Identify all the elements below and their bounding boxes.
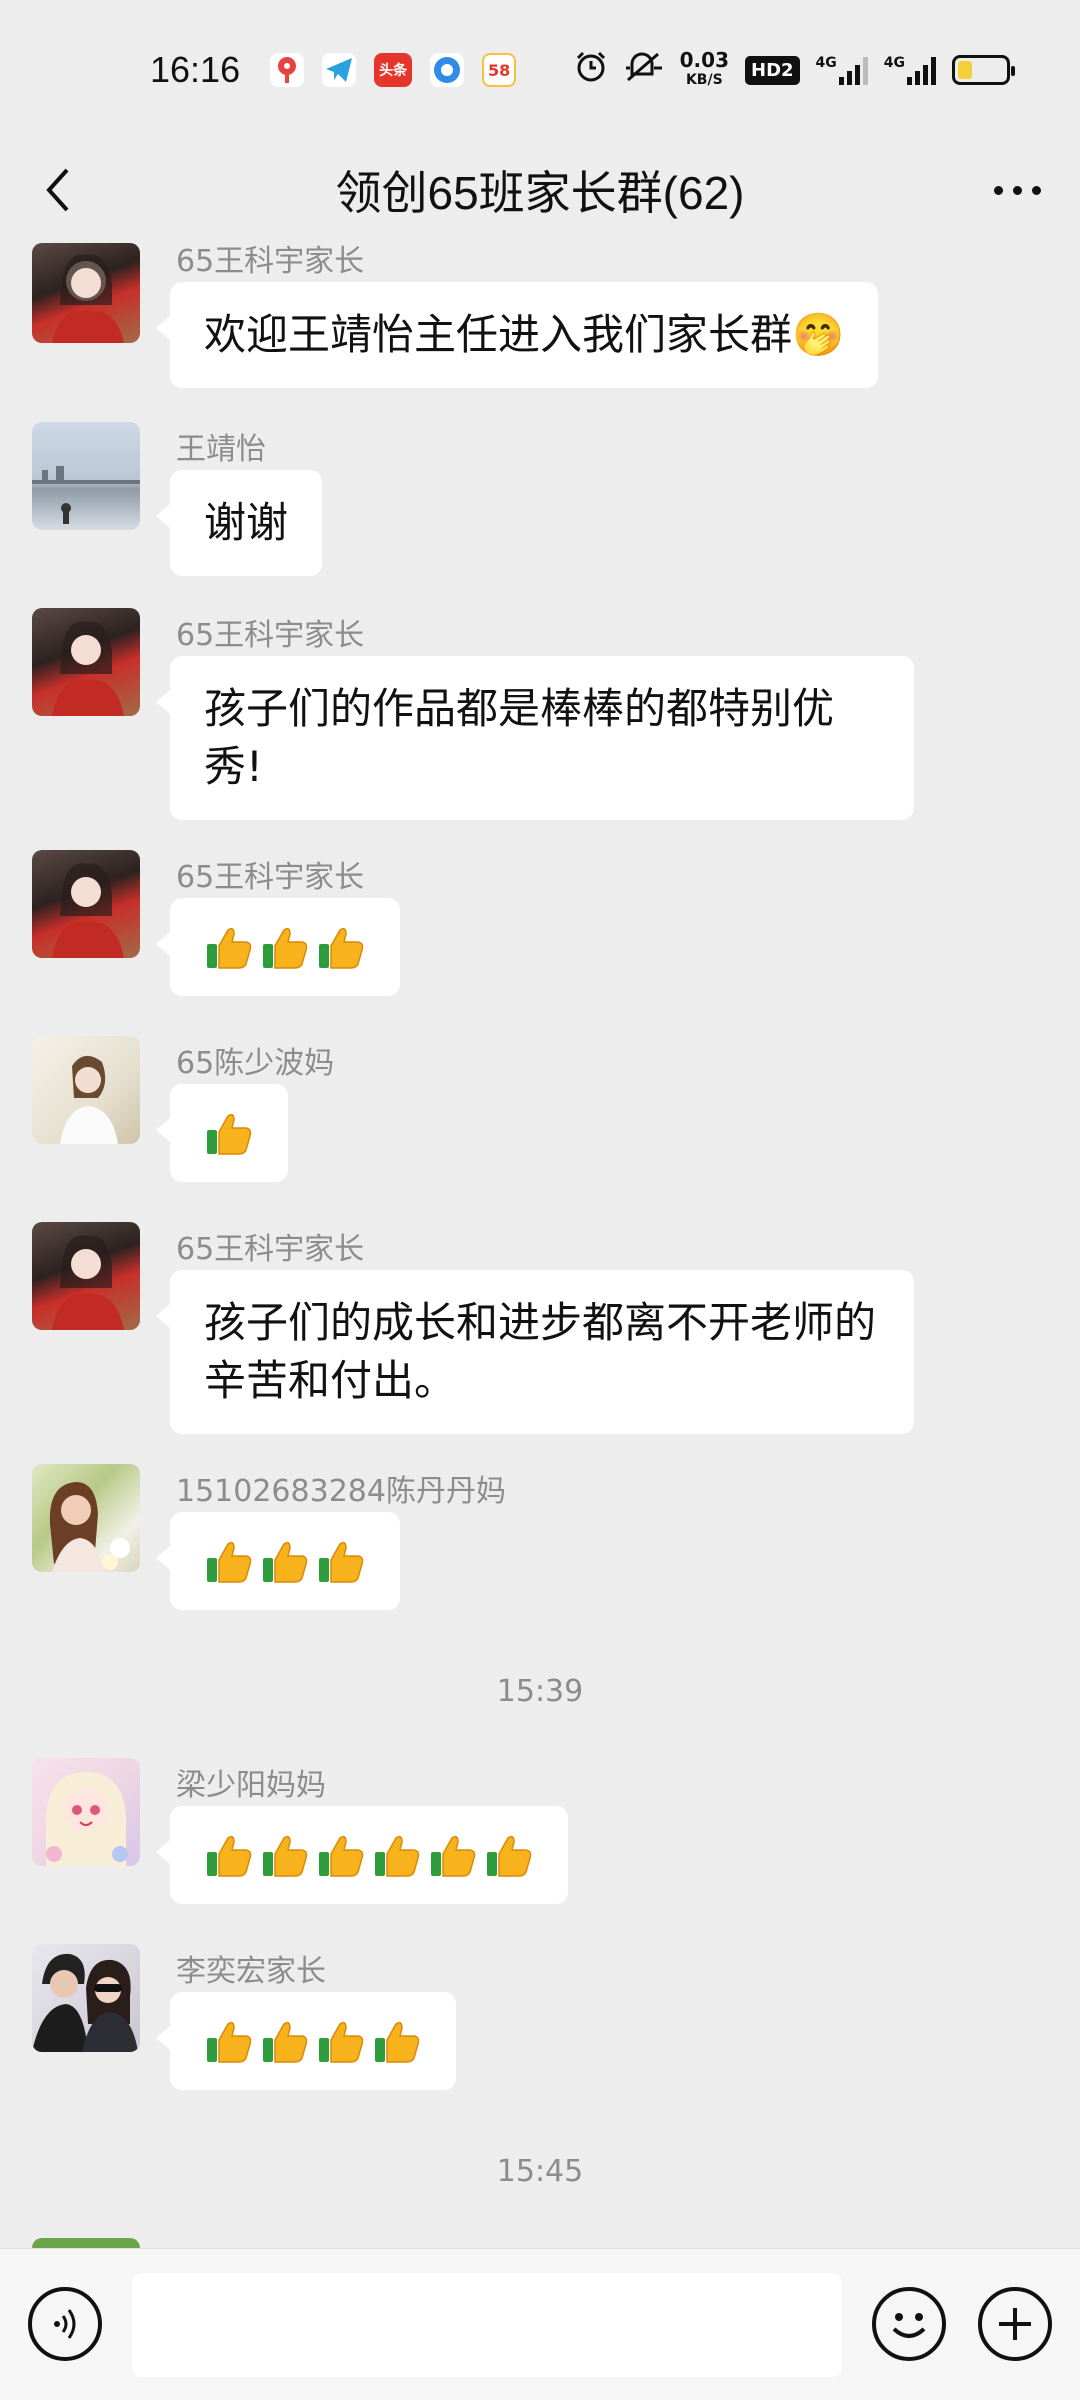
battery-level xyxy=(958,61,972,79)
thumbs-up-row xyxy=(204,922,366,972)
emoji-icon xyxy=(892,2313,926,2338)
thumbs-up-icon xyxy=(316,922,366,972)
avatar[interactable] xyxy=(32,422,140,530)
network-speed: 0.03 KB/S xyxy=(680,50,729,90)
avatar[interactable] xyxy=(32,1758,140,1866)
telegram-icon xyxy=(322,53,357,87)
signal-2: 4G xyxy=(884,55,936,85)
sender-name: 65王科宇家长 xyxy=(176,244,365,279)
emoji-button[interactable] xyxy=(872,2287,946,2361)
message-bubble[interactable]: 孩子们的作品都是棒棒的都特别优秀! xyxy=(156,656,914,820)
sender-name: 65王科宇家长 xyxy=(176,860,365,895)
thumbs-up-icon xyxy=(260,1830,310,1880)
thumbs-up-row xyxy=(204,1108,254,1158)
sender-name: 65王科宇家长 xyxy=(176,618,365,653)
time-divider: 15:39 xyxy=(496,1674,584,1709)
avatar[interactable] xyxy=(32,608,140,716)
message-bubble[interactable] xyxy=(156,1992,456,2090)
avatar[interactable] xyxy=(32,1036,140,1144)
thumbs-up-icon xyxy=(204,1830,254,1880)
thumbs-up-icon xyxy=(204,1108,254,1158)
network-type-2: 4G xyxy=(883,55,905,71)
avatar[interactable] xyxy=(32,2238,140,2248)
thumbs-up-icon xyxy=(204,1536,254,1586)
thumbs-up-icon xyxy=(428,1830,478,1880)
sender-name: 65王科宇家长 xyxy=(176,1232,365,1267)
message-input[interactable] xyxy=(132,2273,842,2377)
message-bubble[interactable]: 谢谢 xyxy=(155,470,323,576)
message-bubble[interactable] xyxy=(156,1084,288,1182)
back-arrow-icon xyxy=(46,168,69,212)
thumbs-up-icon xyxy=(316,1536,366,1586)
plus-icon xyxy=(999,2308,1031,2340)
thumbs-up-icon xyxy=(372,2016,422,2066)
status-bar: 16:16 头条 58 0.03 KB/S HD2 4G 4G xyxy=(0,0,1080,140)
battery-icon xyxy=(952,55,1015,85)
avatar[interactable] xyxy=(32,1464,140,1572)
voice-icon xyxy=(54,2309,76,2339)
thumbs-up-icon xyxy=(484,1830,534,1880)
signal-bars-icon xyxy=(838,55,868,85)
sender-name: 15102683284陈丹丹妈 xyxy=(176,1474,506,1509)
message-bubble[interactable] xyxy=(156,1806,568,1904)
message-text: 孩子们的作品都是棒棒的都特别优秀! xyxy=(204,684,835,791)
more-functions-button[interactable] xyxy=(978,2287,1052,2361)
input-bar xyxy=(0,2248,1080,2400)
message-bubble[interactable]: 孩子们的成长和进步都离不开老师的辛苦和付出。 xyxy=(156,1270,914,1434)
thumbs-up-row xyxy=(204,1830,534,1880)
thumbs-up-icon xyxy=(204,922,254,972)
sender-name: 梁少阳妈妈 xyxy=(176,1768,326,1803)
avatar[interactable] xyxy=(32,1944,140,2052)
more-options-button[interactable] xyxy=(984,162,1050,218)
dot xyxy=(1012,185,1022,195)
signal-1: 4G xyxy=(816,55,868,85)
chat-title: 领创65班家长群(62) xyxy=(335,167,745,219)
signal-bars-icon xyxy=(907,55,936,85)
thumbs-up-row xyxy=(204,1536,366,1586)
message-text: 欢迎王靖怡主任进入我们家长群🤭 xyxy=(204,310,845,359)
thumbs-up-icon xyxy=(316,2016,366,2066)
mute-icon xyxy=(624,50,664,90)
thumbs-up-icon xyxy=(260,922,310,972)
message-bubble[interactable] xyxy=(156,898,400,996)
avatar[interactable] xyxy=(32,850,140,958)
avatar[interactable] xyxy=(32,243,140,343)
message-bubble[interactable]: 欢迎王靖怡主任进入我们家长群🤭 xyxy=(155,282,879,388)
maps-icon xyxy=(270,53,305,87)
message-text: 谢谢 xyxy=(204,498,289,547)
thumbs-up-icon xyxy=(204,2016,254,2066)
dot xyxy=(1031,185,1041,195)
browser-icon xyxy=(430,53,465,87)
alarm-icon xyxy=(574,50,608,90)
sender-name: 李奕宏家长 xyxy=(176,1954,326,1989)
speed-unit: KB/S xyxy=(685,72,723,88)
back-button[interactable] xyxy=(30,162,86,218)
voice-input-button[interactable] xyxy=(28,2287,102,2361)
message-bubble[interactable] xyxy=(156,1512,400,1610)
message-list[interactable]: 65王科宇家长 欢迎王靖怡主任进入我们家长群🤭 王靖怡 谢谢 65王科宇家长 孩… xyxy=(0,240,1080,2248)
sender-name: 65陈少波妈 xyxy=(176,1046,335,1081)
thumbs-up-icon xyxy=(260,1536,310,1586)
status-indicators: 0.03 KB/S HD2 4G 4G xyxy=(574,50,1015,90)
dot xyxy=(993,185,1003,195)
thumbs-up-icon xyxy=(372,1830,422,1880)
chat-header: 领创65班家长群(62) xyxy=(0,140,1080,240)
58-icon: 58 xyxy=(482,53,517,87)
thumbs-up-icon xyxy=(316,1830,366,1880)
network-type-1: 4G xyxy=(815,55,837,71)
toutiao-icon: 头条 xyxy=(374,53,413,87)
thumbs-up-row xyxy=(204,2016,422,2066)
avatar[interactable] xyxy=(32,1222,140,1330)
sender-name: 王靖怡 xyxy=(176,432,266,467)
message-text: 孩子们的成长和进步都离不开老师的辛苦和付出。 xyxy=(204,1298,877,1405)
thumbs-up-icon xyxy=(260,2016,310,2066)
time-divider: 15:45 xyxy=(496,2154,584,2189)
hd-badge: HD2 xyxy=(745,55,800,85)
status-app-icons: 头条 58 xyxy=(270,53,517,87)
status-time: 16:16 xyxy=(150,49,241,90)
speed-value: 0.03 xyxy=(679,48,729,72)
